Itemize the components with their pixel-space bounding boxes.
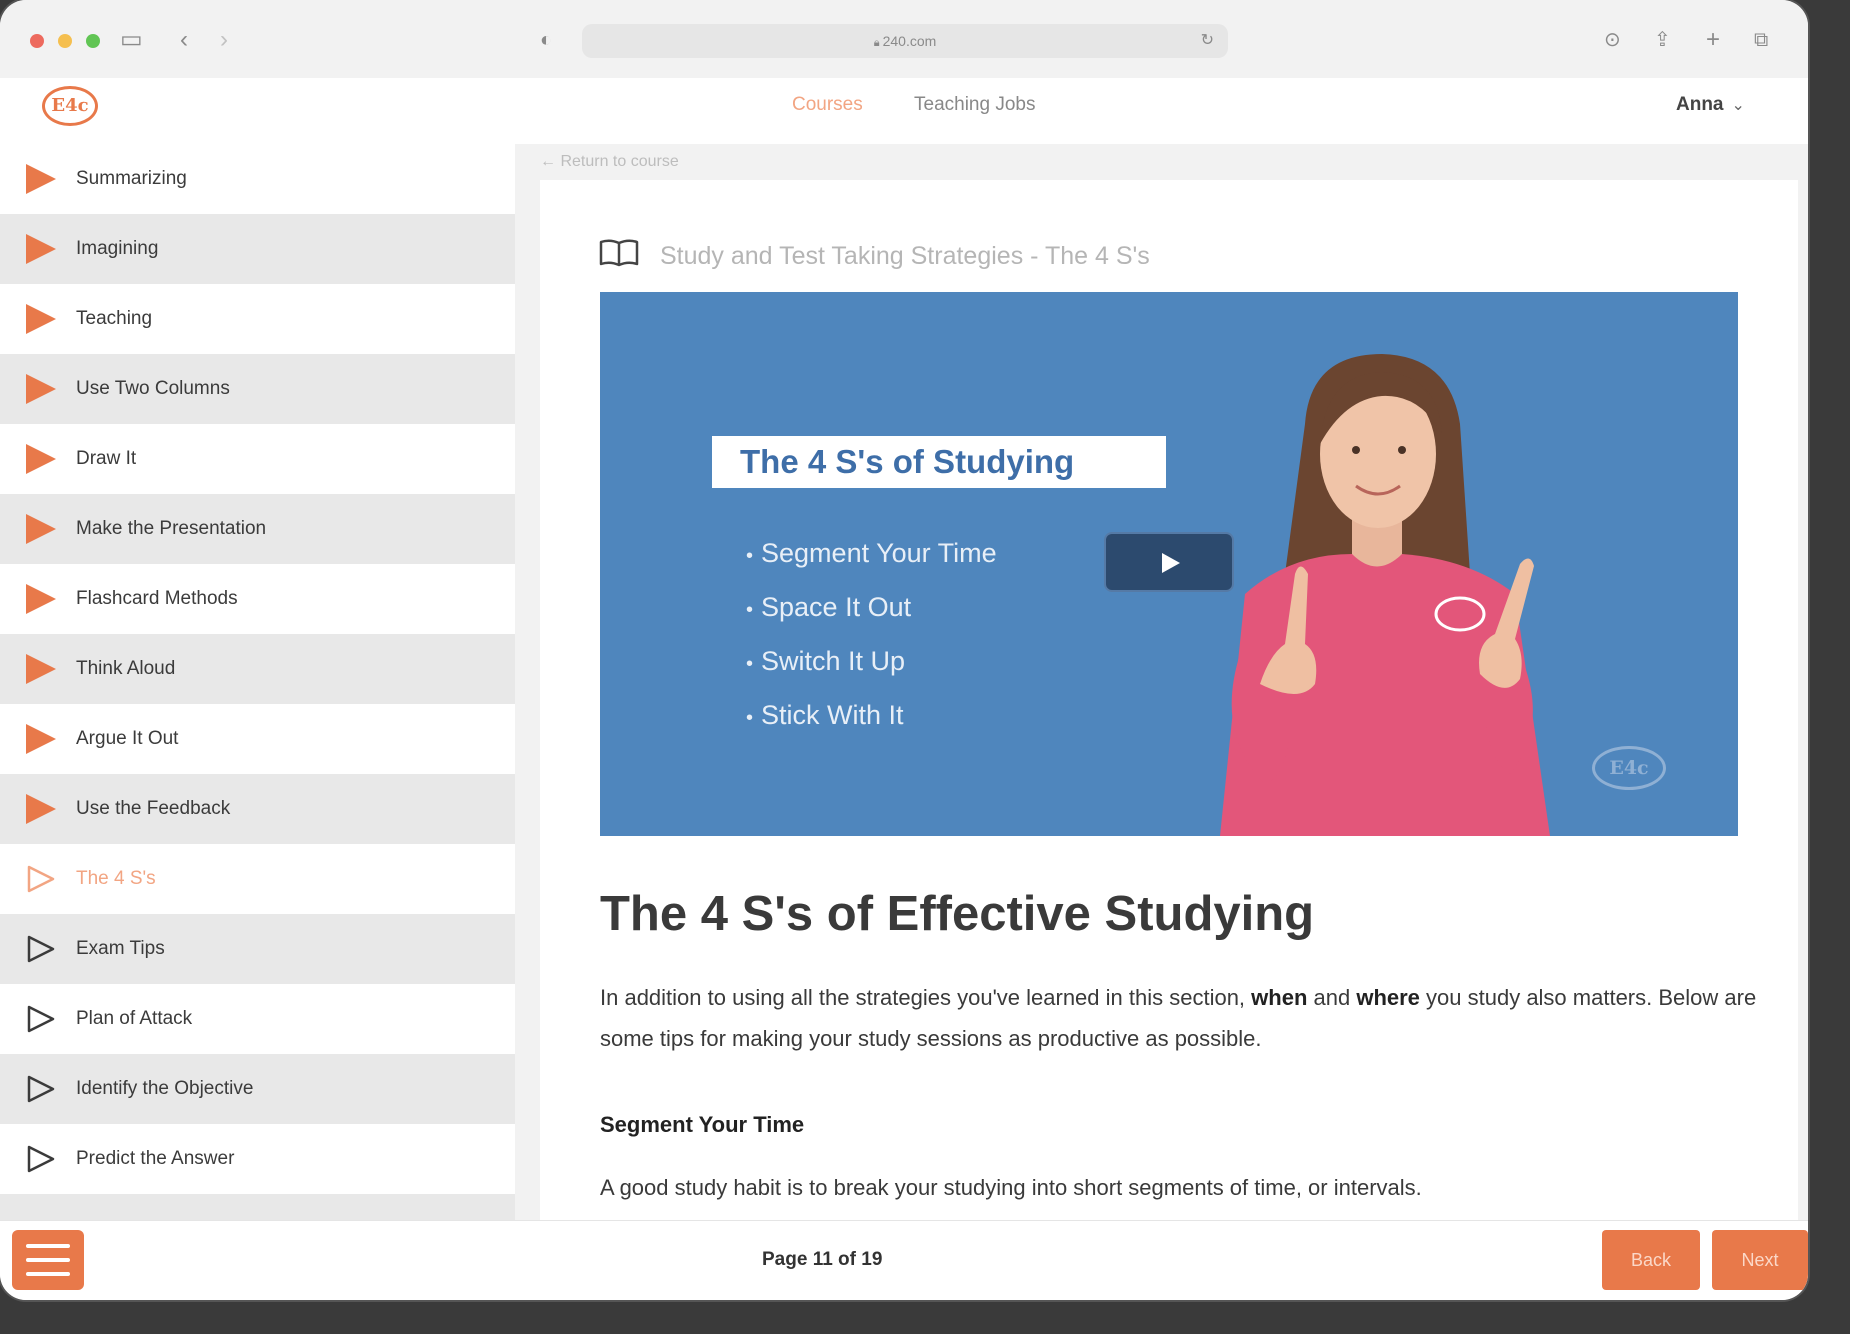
sidebar-item-label: Flashcard Methods	[76, 588, 238, 609]
sidebar-item-argue-it-out[interactable]: Argue It Out	[0, 704, 515, 774]
nav-link-courses[interactable]: Courses	[792, 92, 863, 118]
play-outline-icon	[27, 1005, 55, 1033]
sidebar-item-partial[interactable]	[0, 1194, 515, 1220]
user-name: Anna	[1676, 94, 1724, 115]
play-filled-icon	[26, 794, 56, 824]
play-filled-icon	[26, 374, 56, 404]
play-outline-icon	[27, 1145, 55, 1173]
lesson-menu-button[interactable]	[12, 1230, 84, 1290]
minimize-window-button[interactable]	[58, 34, 72, 48]
video-bullet: Stick With It	[746, 690, 997, 744]
sidebar-item-use-two-columns[interactable]: Use Two Columns	[0, 354, 515, 424]
sidebar-item-label: Argue It Out	[76, 728, 179, 749]
play-filled-icon	[26, 584, 56, 614]
sidebar-item-label: Think Aloud	[76, 658, 176, 679]
sidebar-item-identify-the-objective[interactable]: Identify the Objective	[0, 1054, 515, 1124]
lesson-footer	[0, 1220, 1808, 1300]
play-filled-icon	[26, 514, 56, 544]
sidebar-item-label: Summarizing	[76, 168, 187, 189]
play-filled-icon	[26, 234, 56, 264]
sidebar-item-label: Use Two Columns	[76, 378, 230, 399]
sidebar-item-label: Exam Tips	[76, 938, 165, 959]
sidebar-item-label: Draw It	[76, 448, 137, 469]
video-bullet: Space It Out	[746, 582, 997, 636]
site-logo[interactable]: E4c	[42, 86, 98, 126]
back-button[interactable]: Back	[1602, 1230, 1700, 1290]
sidebar-item-exam-tips[interactable]: Exam Tips	[0, 914, 515, 984]
subsection-heading: Segment Your Time	[600, 1112, 805, 1137]
privacy-shield-icon[interactable]: ◐	[540, 26, 552, 54]
menu-line	[26, 1272, 70, 1276]
video-watermark: E4c	[1592, 746, 1666, 790]
back-arrow-icon[interactable]: ‹	[180, 26, 188, 54]
sidebar-item-teaching[interactable]: Teaching	[0, 284, 515, 354]
download-icon[interactable]: ⊙	[1604, 26, 1621, 54]
sidebar-item-use-the-feedback[interactable]: Use the Feedback	[0, 774, 515, 844]
play-filled-icon	[26, 724, 56, 754]
sidebar-item-predict-the-answer[interactable]: Predict the Answer	[0, 1124, 515, 1194]
play-filled-icon	[26, 444, 56, 474]
tab-overview-icon[interactable]: ⧉	[1754, 26, 1768, 54]
play-outline-icon	[27, 865, 55, 893]
sidebar-item-label: Plan of Attack	[76, 1008, 193, 1029]
sidebar-item-the-4-s[interactable]: The 4 S's	[0, 844, 515, 914]
next-button[interactable]: Next	[1712, 1230, 1808, 1290]
browser-toolbar: ▭ ‹ › ◐ 🔒︎ 240.com ↻ ⊙ ⇪ + ⧉	[0, 0, 1808, 78]
video-bullet: Switch It Up	[746, 636, 997, 690]
menu-line	[26, 1258, 70, 1262]
video-bullet-list: Segment Your Time Space It Out Switch It…	[746, 528, 997, 744]
play-outline-icon	[27, 1075, 55, 1103]
share-icon[interactable]: ⇪	[1654, 26, 1671, 54]
play-filled-icon	[26, 654, 56, 684]
sidebar-item-imagining[interactable]: Imagining	[0, 214, 515, 284]
subsection-paragraph: A good study habit is to break your stud…	[600, 1175, 1422, 1200]
url-text: 240.com	[882, 33, 937, 49]
return-to-course-link[interactable]: ← Return to course	[540, 152, 679, 172]
sidebar-item-label: Use the Feedback	[76, 798, 231, 819]
sidebar-item-label: Identify the Objective	[76, 1078, 254, 1099]
sidebar-item-label: Teaching	[76, 308, 153, 329]
sidebar-item-label: The 4 S's	[76, 868, 156, 889]
sidebar-item-flashcard-methods[interactable]: Flashcard Methods	[0, 564, 515, 634]
play-filled-icon	[26, 164, 56, 194]
sidebar-item-label: Imagining	[76, 238, 159, 259]
page-indicator: Page 11 of 19	[762, 1249, 883, 1270]
video-play-button[interactable]	[1104, 532, 1234, 592]
video-player[interactable]: The 4 S's of Studying Segment Your Time …	[600, 292, 1738, 836]
section-heading: The 4 S's of Effective Studying	[600, 887, 1315, 941]
video-bullet: Segment Your Time	[746, 528, 997, 582]
browser-window: ▭ ‹ › ◐ 🔒︎ 240.com ↻ ⊙ ⇪ + ⧉ E4c Courses…	[0, 0, 1808, 1300]
site-header	[0, 78, 1808, 144]
lock-icon: 🔒︎	[873, 37, 883, 49]
sidebar-item-label: Make the Presentation	[76, 518, 267, 539]
intro-paragraph: In addition to using all the strategies …	[600, 985, 1757, 1051]
sidebar-item-label: Predict the Answer	[76, 1148, 235, 1169]
play-filled-icon	[26, 304, 56, 334]
close-window-button[interactable]	[30, 34, 44, 48]
user-menu[interactable]: Anna ⌄	[1676, 92, 1745, 119]
address-bar[interactable]: 🔒︎ 240.com ↻	[582, 24, 1228, 58]
sidebar-item-summarizing[interactable]: Summarizing	[0, 144, 515, 214]
chevron-down-icon: ⌄	[1731, 97, 1745, 114]
lesson-card: Study and Test Taking Strategies - The 4…	[540, 180, 1798, 1220]
lesson-title: Study and Test Taking Strategies - The 4…	[660, 242, 1150, 270]
sidebar-item-think-aloud[interactable]: Think Aloud	[0, 634, 515, 704]
presenter-image	[1220, 354, 1550, 836]
lesson-sidebar[interactable]: Summarizing Imagining Teaching Use Two C…	[0, 144, 515, 1220]
sidebar-toggle-icon[interactable]: ▭	[120, 26, 143, 54]
video-slide-title: The 4 S's of Studying	[712, 436, 1166, 488]
nav-link-teaching-jobs[interactable]: Teaching Jobs	[914, 92, 1035, 118]
zoom-window-button[interactable]	[86, 34, 100, 48]
sidebar-item-make-the-presentation[interactable]: Make the Presentation	[0, 494, 515, 564]
new-tab-icon[interactable]: +	[1706, 26, 1720, 54]
forward-arrow-icon[interactable]: ›	[220, 26, 228, 54]
sidebar-item-draw-it[interactable]: Draw It	[0, 424, 515, 494]
reload-icon[interactable]: ↻	[1201, 24, 1214, 58]
play-outline-icon	[27, 935, 55, 963]
book-icon	[599, 239, 639, 267]
menu-line	[26, 1244, 70, 1248]
sidebar-item-plan-of-attack[interactable]: Plan of Attack	[0, 984, 515, 1054]
window-controls	[30, 34, 100, 48]
